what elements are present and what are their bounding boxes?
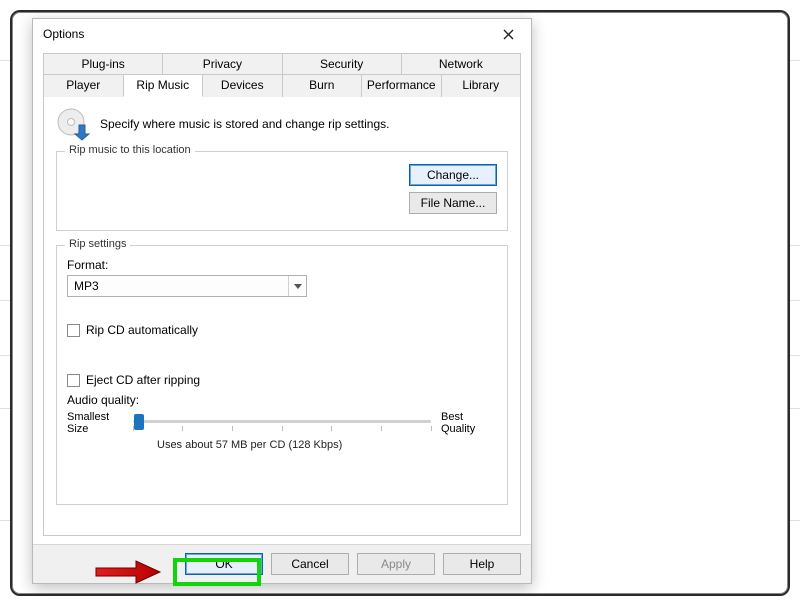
apply-button: Apply bbox=[357, 553, 435, 575]
slider-min-label: Smallest Size bbox=[67, 411, 123, 435]
dialog-body: Plug-ins Privacy Security Network Player… bbox=[33, 49, 531, 544]
format-select-value: MP3 bbox=[74, 279, 99, 293]
tab-network[interactable]: Network bbox=[401, 53, 521, 75]
tab-rip-music[interactable]: Rip Music bbox=[123, 74, 204, 97]
format-label: Format: bbox=[67, 258, 497, 272]
cd-rip-icon bbox=[56, 107, 90, 141]
eject-cd-checkbox[interactable]: Eject CD after ripping bbox=[67, 373, 497, 387]
tab-plugins[interactable]: Plug-ins bbox=[43, 53, 163, 75]
window-title: Options bbox=[43, 27, 491, 41]
rip-auto-label: Rip CD automatically bbox=[86, 323, 198, 337]
options-dialog: Options Plug-ins Privacy Security Networ… bbox=[32, 18, 532, 584]
quality-slider[interactable] bbox=[133, 411, 431, 433]
group-title-location: Rip music to this location bbox=[65, 144, 195, 156]
checkbox-box bbox=[67, 324, 80, 337]
ok-button[interactable]: OK bbox=[185, 553, 263, 575]
tab-performance[interactable]: Performance bbox=[361, 74, 442, 97]
intro-text: Specify where music is stored and change… bbox=[100, 117, 389, 131]
chevron-down-icon bbox=[288, 276, 306, 296]
checkbox-box bbox=[67, 374, 80, 387]
eject-label: Eject CD after ripping bbox=[86, 373, 200, 387]
slider-thumb[interactable] bbox=[134, 414, 144, 430]
format-select[interactable]: MP3 bbox=[67, 275, 307, 297]
tab-privacy[interactable]: Privacy bbox=[162, 53, 282, 75]
close-button[interactable] bbox=[491, 22, 525, 46]
tabstrip: Plug-ins Privacy Security Network Player… bbox=[43, 53, 521, 536]
rip-cd-automatically-checkbox[interactable]: Rip CD automatically bbox=[67, 323, 497, 337]
tab-security[interactable]: Security bbox=[282, 53, 402, 75]
close-icon bbox=[503, 29, 514, 40]
titlebar: Options bbox=[33, 19, 531, 49]
dialog-button-bar: OK Cancel Apply Help bbox=[33, 544, 531, 583]
cancel-button[interactable]: Cancel bbox=[271, 553, 349, 575]
slider-max-label: Best Quality bbox=[441, 411, 497, 435]
help-button[interactable]: Help bbox=[443, 553, 521, 575]
slider-caption: Uses about 57 MB per CD (128 Kbps) bbox=[157, 439, 497, 451]
tab-player[interactable]: Player bbox=[43, 74, 124, 97]
tab-content-rip-music: Specify where music is stored and change… bbox=[43, 96, 521, 536]
tab-burn[interactable]: Burn bbox=[282, 74, 363, 97]
group-rip-settings: Rip settings Format: MP3 Rip CD automati… bbox=[56, 245, 508, 505]
tab-devices[interactable]: Devices bbox=[202, 74, 283, 97]
file-name-button[interactable]: File Name... bbox=[409, 192, 497, 214]
tab-library[interactable]: Library bbox=[441, 74, 522, 97]
group-title-settings: Rip settings bbox=[65, 238, 130, 250]
screenshot-frame: Options Plug-ins Privacy Security Networ… bbox=[10, 10, 790, 596]
change-button[interactable]: Change... bbox=[409, 164, 497, 186]
audio-quality-label: Audio quality: bbox=[67, 393, 497, 407]
group-rip-location: Rip music to this location Change... Fil… bbox=[56, 151, 508, 231]
